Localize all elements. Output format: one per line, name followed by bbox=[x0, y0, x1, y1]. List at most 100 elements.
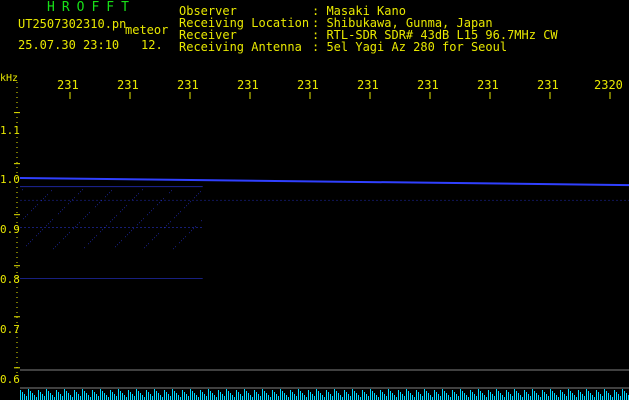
signal-speck bbox=[142, 189, 143, 191]
noise-bar bbox=[616, 392, 617, 400]
noise-bar bbox=[626, 393, 627, 400]
noise-bar bbox=[600, 394, 601, 400]
noise-bar bbox=[132, 394, 133, 400]
y-tick-marks bbox=[14, 82, 20, 378]
noise-bar bbox=[266, 393, 267, 400]
noise-bar bbox=[118, 389, 119, 400]
noise-bar bbox=[358, 395, 359, 400]
noise-bar bbox=[34, 395, 35, 400]
signal-speck bbox=[59, 242, 60, 244]
noise-bar bbox=[408, 391, 409, 400]
signal-speck bbox=[116, 215, 117, 217]
noise-bar bbox=[532, 389, 533, 400]
signal-speck bbox=[152, 239, 153, 241]
signal-speck bbox=[159, 202, 160, 204]
signal-speck bbox=[147, 214, 148, 216]
noise-bar bbox=[226, 389, 227, 400]
signal-speck bbox=[195, 226, 196, 228]
noise-bar bbox=[364, 392, 365, 400]
noise-bar bbox=[232, 395, 233, 400]
signal-speck bbox=[184, 207, 185, 209]
noise-bar bbox=[200, 390, 201, 400]
signal-speck bbox=[82, 189, 83, 191]
noise-bar bbox=[494, 396, 495, 400]
noise-bar bbox=[548, 396, 549, 400]
noise-bar bbox=[422, 396, 423, 400]
noise-bar bbox=[282, 391, 283, 400]
noise-bar bbox=[448, 395, 449, 400]
signal-speck bbox=[176, 215, 177, 217]
noise-bar bbox=[492, 394, 493, 400]
noise-bar bbox=[302, 393, 303, 400]
noise-bar bbox=[140, 393, 141, 400]
signal-speck bbox=[181, 240, 182, 242]
noise-bar bbox=[536, 393, 537, 400]
noise-bar bbox=[418, 392, 419, 400]
noise-bar bbox=[228, 391, 229, 400]
signal-speck bbox=[73, 228, 74, 230]
noise-bar bbox=[138, 391, 139, 400]
noise-bar bbox=[590, 393, 591, 400]
noise-bar bbox=[482, 393, 483, 400]
noise-bar bbox=[564, 394, 565, 400]
noise-bar bbox=[150, 394, 151, 400]
signal-speck bbox=[178, 213, 179, 215]
noise-bar bbox=[164, 390, 165, 400]
noise-bar bbox=[470, 390, 471, 400]
noise-bar bbox=[602, 396, 603, 400]
noise-bar bbox=[596, 390, 597, 400]
signal-speck bbox=[131, 230, 132, 232]
signal-speck bbox=[27, 214, 28, 216]
signal-speck bbox=[114, 217, 115, 219]
signal-speck bbox=[84, 247, 85, 249]
noise-bar bbox=[370, 389, 371, 400]
noise-bar bbox=[428, 393, 429, 400]
noise-bar bbox=[218, 390, 219, 400]
signal-speck bbox=[60, 211, 61, 213]
noise-bar bbox=[534, 391, 535, 400]
signal-speck bbox=[137, 224, 138, 226]
noise-bar bbox=[402, 394, 403, 400]
signal-speck bbox=[144, 247, 145, 249]
noise-bar bbox=[496, 389, 497, 400]
signal-speck bbox=[92, 239, 93, 241]
noise-bar bbox=[46, 389, 47, 400]
signal-speck bbox=[79, 222, 80, 224]
signal-speck bbox=[148, 243, 149, 245]
noise-bar bbox=[40, 392, 41, 400]
noise-bar bbox=[130, 392, 131, 400]
noise-bar bbox=[152, 396, 153, 400]
noise-bar bbox=[472, 392, 473, 400]
noise-bar bbox=[298, 389, 299, 400]
noise-bar bbox=[580, 392, 581, 400]
signal-speck bbox=[32, 239, 33, 241]
signal-speck bbox=[40, 231, 41, 233]
noise-bar bbox=[230, 393, 231, 400]
noise-bar bbox=[176, 393, 177, 400]
noise-bar bbox=[112, 392, 113, 400]
noise-bar bbox=[328, 392, 329, 400]
noise-bar bbox=[92, 390, 93, 400]
noise-bar bbox=[274, 392, 275, 400]
noise-bar bbox=[326, 390, 327, 400]
noise-bar bbox=[426, 391, 427, 400]
signal-speck bbox=[87, 214, 88, 216]
signal-speck bbox=[46, 225, 47, 227]
x-tick-marks bbox=[69, 92, 611, 99]
noise-bar bbox=[520, 395, 521, 400]
noise-bar bbox=[156, 391, 157, 400]
signal-speck bbox=[185, 236, 186, 238]
noise-bar bbox=[62, 396, 63, 400]
signal-speck bbox=[157, 204, 158, 206]
noise-bar bbox=[584, 396, 585, 400]
noise-bar bbox=[476, 396, 477, 400]
noise-bar bbox=[154, 389, 155, 400]
signal-speck bbox=[100, 231, 101, 233]
noise-bar bbox=[76, 392, 77, 400]
noise-bar bbox=[400, 392, 401, 400]
noise-bar bbox=[128, 390, 129, 400]
noise-bar bbox=[588, 391, 589, 400]
signal-speck bbox=[134, 197, 135, 199]
signal-speck bbox=[139, 222, 140, 224]
noise-bar bbox=[598, 392, 599, 400]
